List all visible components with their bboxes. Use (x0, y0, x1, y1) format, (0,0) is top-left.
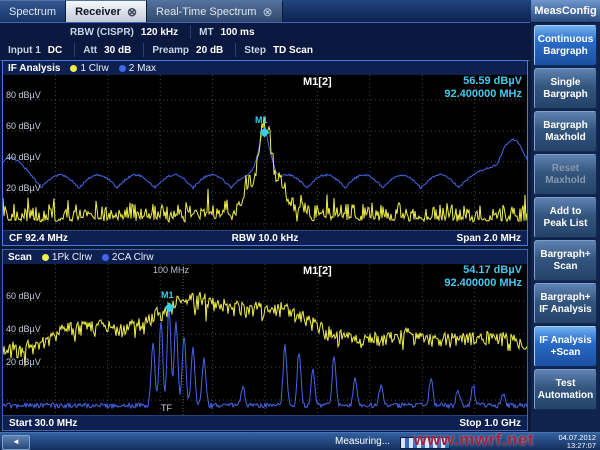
settings-row-1: RBW (CISPR) 120 kHz MT 100 ms (0, 23, 530, 41)
tab-receiver-label: Receiver (75, 6, 121, 18)
transducer-factor-label: TF (161, 403, 172, 413)
datetime-display: 04.07.2012 13:27:07 (558, 434, 596, 450)
marker-frequency: 92.400000 MHz (444, 277, 522, 290)
meas-time-setting[interactable]: MT 100 ms (191, 25, 266, 39)
close-icon[interactable]: ⊗ (127, 6, 137, 18)
legend-trace2: 2CA Clrw (102, 252, 154, 263)
mt-label: MT (199, 27, 213, 38)
att-value: 30 dB (104, 45, 131, 56)
measurement-status: Measuring... (335, 436, 390, 447)
y-axis-label: 80 dBµV (6, 90, 41, 100)
softkey-bargraph-if-analysis[interactable]: Bargraph+ IF Analysis (534, 283, 597, 324)
settings-bar: RBW (CISPR) 120 kHz MT 100 ms Input 1 DC… (0, 22, 530, 61)
tab-bar: Spectrum Receiver ⊗ Real-Time Spectrum ⊗ (0, 0, 600, 22)
legend-trace2: 2 Max (119, 63, 156, 74)
input-setting[interactable]: Input 1 DC (0, 43, 75, 57)
instrument-screen: Spectrum Receiver ⊗ Real-Time Spectrum ⊗… (0, 0, 600, 450)
if-analysis-panel: IF Analysis 1 Clrw 2 Max 80 dBµV 60 dBµV… (2, 60, 528, 246)
input-label: Input 1 (8, 45, 41, 56)
preamp-label: Preamp (152, 45, 189, 56)
if-panel-title: IF Analysis (8, 63, 60, 74)
tab-realtime-label: Real-Time Spectrum (156, 6, 256, 18)
marker-level: 54.17 dBµV (444, 264, 522, 277)
tab-spectrum-label: Spectrum (9, 6, 56, 18)
y-axis-label: 60 dBµV (6, 121, 41, 131)
center-frequency: CF 92.4 MHz (9, 233, 180, 244)
step-value: TD Scan (273, 45, 313, 56)
trace1-dot-icon (42, 254, 49, 261)
softkey-if-analysis-scan[interactable]: IF Analysis +Scan (534, 326, 597, 367)
input-value: DC (48, 45, 62, 56)
mt-value: 100 ms (221, 27, 255, 38)
marker-readout: 54.17 dBµV 92.400000 MHz (444, 264, 522, 290)
softkey-reset-maxhold[interactable]: Reset Maxhold (534, 154, 597, 195)
softkey-single-bargraph[interactable]: Single Bargraph (534, 68, 597, 109)
y-axis-label: 40 dBµV (6, 324, 41, 334)
trace2-label: 2 Max (129, 63, 156, 74)
y-axis-label: 60 dBµV (6, 291, 41, 301)
trace2-label: 2CA Clrw (112, 252, 154, 263)
watermark-text: www.mwrf.net (413, 430, 534, 450)
if-chart-area[interactable]: 80 dBµV 60 dBµV 40 dBµV 20 dBµV M1[2] 56… (3, 75, 527, 231)
scan-panel-title: Scan (8, 252, 32, 263)
tab-spectrum[interactable]: Spectrum (0, 0, 66, 22)
gridline-frequency-label: 100 MHz (153, 265, 189, 275)
settings-row-2: Input 1 DC Att 30 dB Preamp 20 dB Step T… (0, 41, 530, 59)
marker-name: M1[2] (303, 265, 332, 277)
trace2-dot-icon (102, 254, 109, 261)
rbw-label: RBW (CISPR) (70, 27, 134, 38)
time-text: 13:27:07 (558, 442, 596, 450)
att-label: Att (83, 45, 97, 56)
y-axis-label: 20 dBµV (6, 357, 41, 367)
marker-m1-label: M1 (255, 115, 268, 125)
back-arrow-button[interactable]: ◄ (2, 435, 30, 450)
trace1-label: 1 Clrw (80, 63, 108, 74)
stop-frequency: Stop 1.0 GHz (265, 418, 521, 429)
marker-level: 56.59 dBµV (444, 75, 522, 88)
close-icon[interactable]: ⊗ (262, 6, 272, 18)
scan-panel-footer: Start 30.0 MHz Stop 1.0 GHz (3, 415, 527, 430)
softkey-add-to-peak-list[interactable]: Add to Peak List (534, 197, 597, 238)
resolution-bandwidth: RBW 10.0 kHz (180, 233, 351, 244)
y-axis-label: 40 dBµV (6, 152, 41, 162)
legend-trace1: 1Pk Clrw (42, 252, 92, 263)
rbw-setting[interactable]: RBW (CISPR) 120 kHz (62, 25, 191, 39)
y-axis-label: 20 dBµV (6, 183, 41, 193)
legend-trace1: 1 Clrw (70, 63, 108, 74)
marker-name: M1[2] (303, 76, 332, 88)
if-panel-footer: CF 92.4 MHz RBW 10.0 kHz Span 2.0 MHz (3, 230, 527, 245)
trace1-label: 1Pk Clrw (52, 252, 92, 263)
trace1-dot-icon (70, 65, 77, 72)
scan-chart-area[interactable]: 100 MHz 60 dBµV 40 dBµV 20 dBµV M1[2] 54… (3, 264, 527, 416)
attenuation-setting[interactable]: Att 30 dB (75, 43, 144, 57)
preamp-setting[interactable]: Preamp 20 dB (144, 43, 236, 57)
marker-m1-label: M1 (161, 290, 174, 300)
rbw-value: 120 kHz (141, 27, 178, 38)
softkey-menu: MeasConfig Continuous Bargraph Single Ba… (531, 0, 600, 432)
softkey-menu-title: MeasConfig (531, 0, 600, 23)
step-setting[interactable]: Step TD Scan (236, 43, 325, 57)
softkey-test-automation[interactable]: Test Automation (534, 369, 597, 410)
scan-panel-header: Scan 1Pk Clrw 2CA Clrw (3, 250, 527, 265)
tab-realtime-spectrum[interactable]: Real-Time Spectrum ⊗ (147, 0, 283, 22)
softkey-bargraph-maxhold[interactable]: Bargraph Maxhold (534, 111, 597, 152)
if-panel-header: IF Analysis 1 Clrw 2 Max (3, 61, 527, 76)
span-value: Span 2.0 MHz (350, 233, 521, 244)
tab-receiver[interactable]: Receiver ⊗ (66, 0, 147, 22)
start-frequency: Start 30.0 MHz (9, 418, 265, 429)
preamp-value: 20 dB (196, 45, 223, 56)
trace2-dot-icon (119, 65, 126, 72)
softkey-bargraph-scan[interactable]: Bargraph+ Scan (534, 240, 597, 281)
softkey-continuous-bargraph[interactable]: Continuous Bargraph (534, 25, 597, 66)
scan-panel: Scan 1Pk Clrw 2CA Clrw 100 MHz 60 dBµV 4… (2, 249, 528, 431)
marker-readout: 56.59 dBµV 92.400000 MHz (444, 75, 522, 101)
step-label: Step (244, 45, 266, 56)
marker-frequency: 92.400000 MHz (444, 88, 522, 101)
